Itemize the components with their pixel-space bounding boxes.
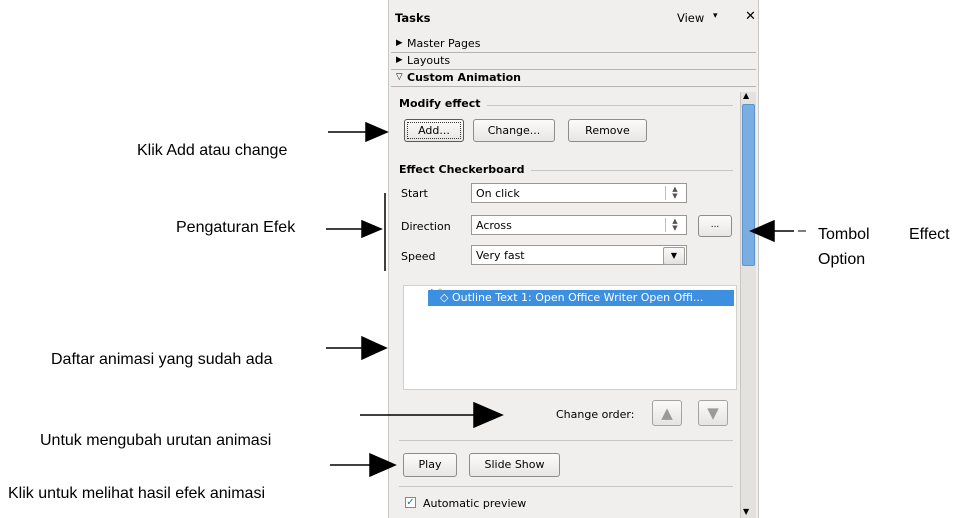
move-up-button[interactable]: ▲ [652, 400, 682, 426]
remove-button[interactable]: Remove [568, 119, 647, 142]
direction-label: Direction [401, 220, 451, 233]
section-master-pages[interactable]: ▶ Master Pages [391, 36, 756, 53]
tasks-titlebar: Tasks View ▾ ✕ [389, 0, 758, 34]
add-button[interactable]: Add... [404, 119, 464, 142]
close-icon[interactable]: ✕ [745, 9, 756, 24]
chevron-down-icon[interactable]: ▾ [713, 11, 718, 21]
scroll-up-icon[interactable]: ▲ [743, 91, 749, 100]
annotation-effect-settings: Pengaturan Efek [176, 219, 296, 236]
automatic-preview-label: Automatic preview [423, 497, 527, 510]
list-item[interactable]: ◇ Outline Text 1: Open Office Writer Ope… [428, 290, 734, 306]
expand-arrow-icon: ▶ [396, 55, 403, 65]
section-layouts[interactable]: ▶ Layouts [391, 53, 756, 70]
list-item-label: ◇ Outline Text 1: Open Office Writer Ope… [440, 291, 704, 304]
effect-options-button[interactable]: ... [698, 215, 732, 237]
start-select[interactable]: On click ▲ ▼ [471, 183, 687, 203]
divider [399, 486, 733, 487]
annotation-option-word1: Tombol [818, 226, 870, 243]
tasks-panel: Tasks View ▾ ✕ ▶ Master Pages ▶ Layouts … [388, 0, 759, 518]
annotation-add-change: Klik Add atau change [137, 142, 288, 159]
spinner-icon[interactable]: ▲ ▼ [665, 218, 684, 232]
slide-show-button[interactable]: Slide Show [469, 453, 560, 477]
change-button[interactable]: Change... [473, 119, 555, 142]
start-label: Start [401, 187, 428, 200]
view-menu-button[interactable]: View [677, 11, 704, 25]
annotation-animation-list: Daftar animasi yang sudah ada [51, 351, 273, 368]
divider [399, 440, 733, 441]
panel-title: Tasks [395, 11, 431, 25]
start-value: On click [476, 187, 520, 200]
panel-scrollbar[interactable]: ▲ ▼ [740, 91, 756, 518]
section-label: Layouts [407, 54, 451, 67]
automatic-preview-checkbox[interactable]: ✓ [405, 497, 416, 508]
speed-label: Speed [401, 250, 436, 263]
modify-effect-header: Modify effect [399, 97, 481, 110]
play-button[interactable]: Play [403, 453, 457, 477]
section-label: Master Pages [407, 37, 481, 50]
scroll-down-icon[interactable]: ▼ [743, 507, 749, 516]
animation-list[interactable]: ◇ Outline Text 1: Open Office Writer Ope… [403, 285, 737, 390]
section-label: Custom Animation [407, 71, 521, 84]
arrow-play [330, 452, 397, 478]
section-custom-animation[interactable]: ▽ Custom Animation [391, 70, 756, 87]
change-order-label: Change order: [556, 408, 635, 421]
divider [487, 105, 733, 106]
effect-header: Effect Checkerboard [399, 163, 525, 176]
arrow-animation-list [326, 335, 388, 361]
annotation-option-word3: Option [818, 251, 866, 268]
expand-arrow-icon: ▶ [396, 38, 403, 48]
spinner-icon[interactable]: ▲ ▼ [665, 186, 684, 200]
annotation-option-word2: Effect [909, 226, 950, 243]
direction-value: Across [476, 219, 512, 232]
move-down-button[interactable]: ▼ [698, 400, 728, 426]
speed-select[interactable]: Very fast ▼ [471, 245, 687, 265]
direction-select[interactable]: Across ▲ ▼ [471, 215, 687, 235]
divider [531, 170, 733, 171]
arrow-effect-settings [326, 219, 383, 239]
collapse-arrow-icon: ▽ [396, 72, 403, 82]
arrow-add-change [328, 121, 389, 143]
scrollbar-thumb[interactable] [742, 104, 755, 266]
annotation-change-order: Untuk mengubah urutan animasi [40, 432, 272, 449]
dropdown-arrow-icon[interactable]: ▼ [663, 247, 685, 265]
speed-value: Very fast [476, 249, 525, 262]
annotation-play: Klik untuk melihat hasil efek animasi [8, 485, 266, 502]
